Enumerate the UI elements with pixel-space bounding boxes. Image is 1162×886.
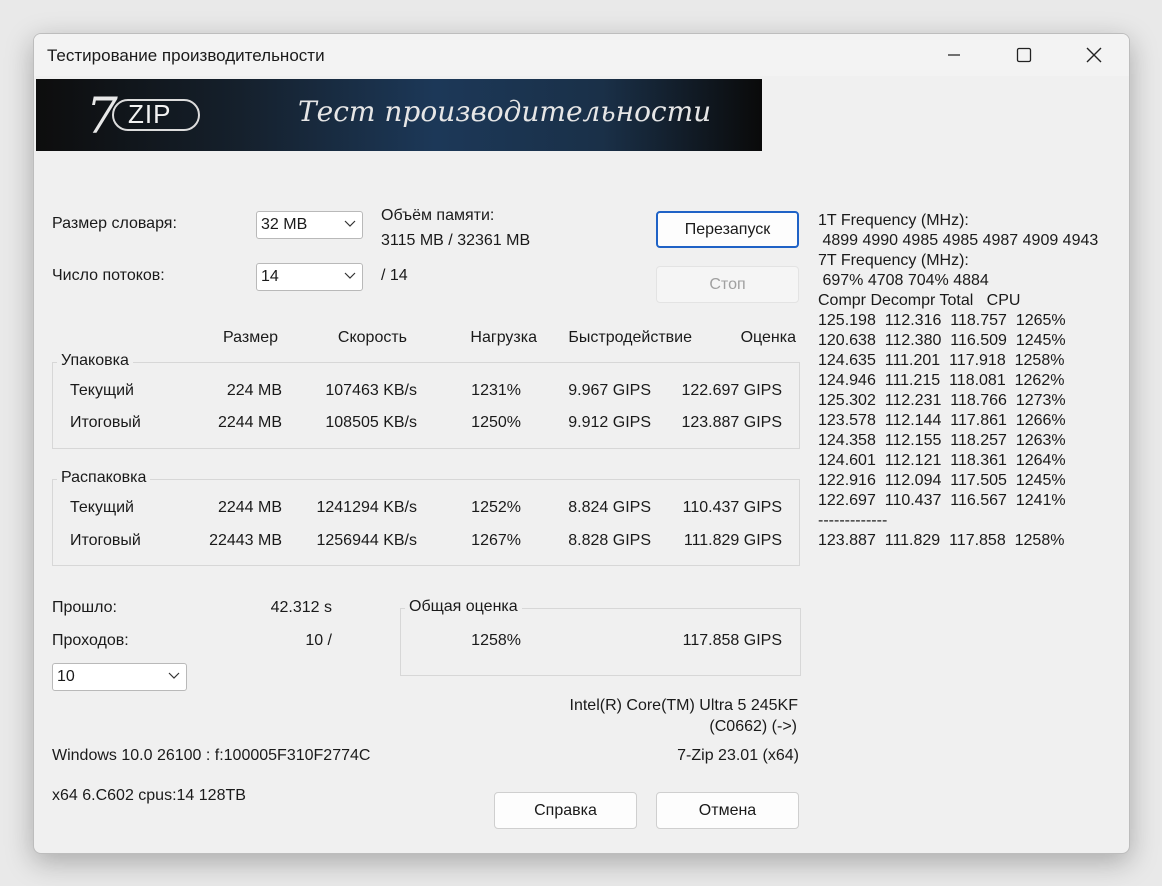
- col-header-perf: Быстродействие: [568, 329, 692, 346]
- cancel-button[interactable]: Отмена: [656, 792, 799, 829]
- passes-select[interactable]: 10: [52, 663, 187, 691]
- decompress-current-perf: 8.824 GIPS: [568, 499, 651, 516]
- dict-size-select[interactable]: 32 MB: [256, 211, 363, 239]
- col-header-rating: Оценка: [740, 329, 796, 346]
- log-line: 4899 4990 4985 4985 4987 4909 4943: [818, 232, 1099, 249]
- col-header-load: Нагрузка: [470, 329, 537, 346]
- log-line: 122.916 112.094 117.505 1245%: [818, 472, 1066, 489]
- threads-label: Число потоков:: [52, 267, 165, 284]
- compress-current-load: 1231%: [471, 382, 521, 399]
- dict-size-label: Размер словаря:: [52, 215, 177, 232]
- decompress-current-load: 1252%: [471, 499, 521, 516]
- log-line: 124.635 111.201 117.918 1258%: [818, 352, 1065, 369]
- log-line: 1T Frequency (MHz):: [818, 212, 969, 229]
- compress-group: [52, 362, 800, 449]
- decompress-total-rating: 111.829 GIPS: [683, 532, 782, 549]
- compress-title: Упаковка: [57, 352, 133, 370]
- decompress-total-speed: 1256944 KB/s: [316, 532, 417, 549]
- close-button[interactable]: [1059, 34, 1129, 76]
- close-icon: [1086, 47, 1102, 63]
- compress-current-label: Текущий: [70, 382, 134, 399]
- log-line: 122.697 110.437 116.567 1241%: [818, 492, 1066, 509]
- passes-label: Проходов:: [52, 632, 129, 649]
- cpu-arch-info: x64 6.C602 cpus:14 128TB: [52, 787, 246, 804]
- log-line: Compr Decompr Total CPU: [818, 292, 1021, 309]
- minimize-button[interactable]: [919, 34, 989, 76]
- minimize-icon: [948, 54, 960, 56]
- 7zip-logo: 7 ZIP: [84, 87, 204, 145]
- log-line: 124.946 111.215 118.081 1262%: [818, 372, 1065, 389]
- log-line: 124.601 112.121 118.361 1264%: [818, 452, 1066, 469]
- maximize-button[interactable]: [989, 34, 1059, 76]
- dict-size-value: 32 MB: [261, 216, 308, 233]
- compress-total-perf: 9.912 GIPS: [568, 414, 651, 431]
- decompress-group: [52, 479, 800, 566]
- compress-total-speed: 108505 KB/s: [325, 414, 417, 431]
- compress-total-load: 1250%: [471, 414, 521, 431]
- chevron-down-icon: [344, 272, 356, 279]
- log-line: 123.578 112.144 117.861 1266%: [818, 412, 1066, 429]
- compress-current-speed: 107463 KB/s: [325, 382, 417, 399]
- decompress-current-size: 2244 MB: [217, 499, 282, 516]
- decompress-current-label: Текущий: [70, 499, 134, 516]
- decompress-current-speed: 1241294 KB/s: [316, 499, 417, 516]
- benchmark-window: Тестирование производительности 7 ZIP Те…: [33, 33, 1130, 854]
- cpu-name: Intel(R) Core(TM) Ultra 5 245KF: [569, 697, 799, 714]
- compress-total-rating: 123.887 GIPS: [681, 414, 782, 431]
- title-bar: Тестирование производительности: [34, 34, 1129, 76]
- log-line: 697% 4708 704% 4884: [818, 272, 989, 289]
- compress-total-label: Итоговый: [70, 414, 141, 431]
- log-line: 125.302 112.231 118.766 1273%: [818, 392, 1066, 409]
- compress-total-size: 2244 MB: [217, 414, 282, 431]
- total-title: Общая оценка: [405, 598, 522, 616]
- restart-button[interactable]: Перезапуск: [656, 211, 799, 248]
- stop-button[interactable]: Стоп: [656, 266, 799, 303]
- total-load: 1258%: [471, 632, 521, 649]
- log-line: 123.887 111.829 117.858 1258%: [818, 532, 1065, 549]
- version-label: 7-Zip 23.01 (x64): [677, 747, 799, 764]
- elapsed-value: 42.312 s: [270, 599, 332, 616]
- benchmark-log: 1T Frequency (MHz): 4899 4990 4985 4985 …: [818, 211, 1118, 591]
- log-line: 125.198 112.316 118.757 1265%: [818, 312, 1066, 329]
- col-header-speed: Скорость: [337, 329, 407, 346]
- decompress-total-load: 1267%: [471, 532, 521, 549]
- passes-select-value: 10: [57, 668, 75, 685]
- decompress-title: Распаковка: [57, 469, 151, 487]
- decompress-total-label: Итоговый: [70, 532, 141, 549]
- memory-label: Объём памяти:: [381, 207, 495, 224]
- threads-select[interactable]: 14: [256, 263, 363, 291]
- log-line: -------------: [818, 512, 888, 529]
- banner: 7 ZIP Тест производительности: [36, 79, 762, 151]
- maximize-icon: [1016, 47, 1032, 63]
- os-info: Windows 10.0 26100 : f:100005F310F2774C: [52, 747, 371, 764]
- compress-current-perf: 9.967 GIPS: [568, 382, 651, 399]
- banner-caption: Тест производительности: [298, 95, 712, 128]
- log-line: 7T Frequency (MHz):: [818, 252, 969, 269]
- logo-text: ZIP: [128, 99, 172, 129]
- log-line: 120.638 112.380 116.509 1245%: [818, 332, 1066, 349]
- total-rating: 117.858 GIPS: [682, 632, 782, 649]
- compress-current-rating: 122.697 GIPS: [681, 382, 782, 399]
- chevron-down-icon: [168, 672, 180, 679]
- window-title: Тестирование производительности: [47, 46, 325, 65]
- log-line: 124.358 112.155 118.257 1263%: [818, 432, 1066, 449]
- col-header-size: Размер: [223, 329, 278, 346]
- passes-value: 10 /: [305, 632, 332, 649]
- threads-value: 14: [261, 268, 279, 285]
- chevron-down-icon: [344, 220, 356, 227]
- cpu-id: (C0662) (->): [709, 718, 797, 735]
- threads-max: / 14: [381, 267, 408, 284]
- decompress-current-rating: 110.437 GIPS: [682, 499, 782, 516]
- help-button[interactable]: Справка: [494, 792, 637, 829]
- compress-current-size: 224 MB: [226, 382, 282, 399]
- elapsed-label: Прошло:: [52, 599, 117, 616]
- decompress-total-size: 22443 MB: [209, 532, 282, 549]
- memory-value: 3115 MB / 32361 MB: [381, 232, 531, 249]
- decompress-total-perf: 8.828 GIPS: [568, 532, 651, 549]
